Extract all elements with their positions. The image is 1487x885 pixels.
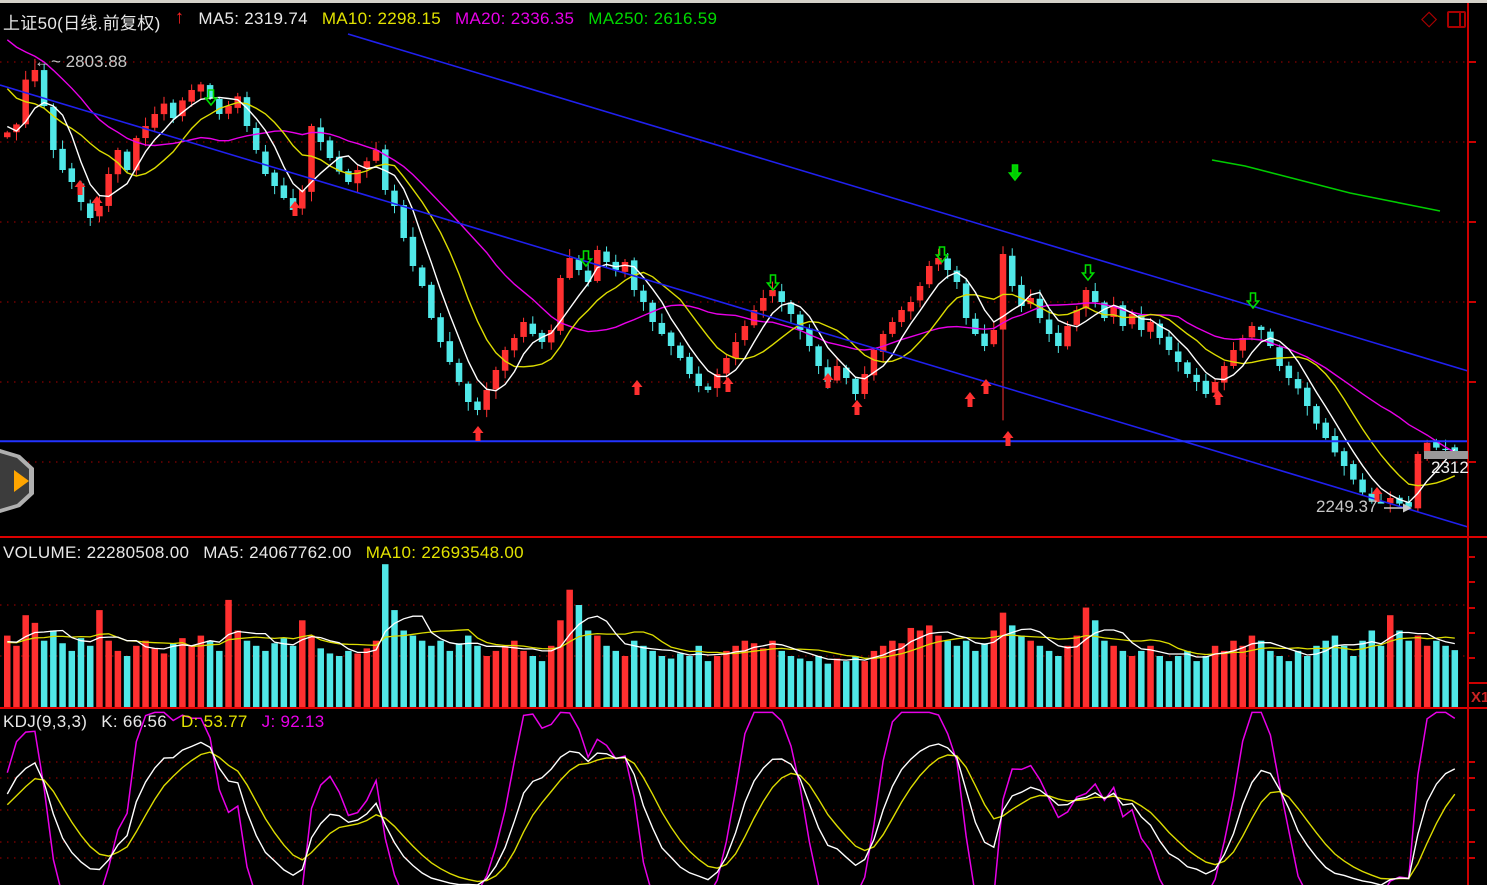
high-price-arrow: ←~: [34, 52, 61, 71]
volume-scale-label: X1: [1471, 689, 1487, 706]
high-price-label: ←~ 2803.88: [34, 52, 127, 72]
last-price-label: 2312: [1431, 458, 1469, 478]
volume-pane-header: VOLUME: 22280508.00 MA5: 24067762.00 MA1…: [3, 543, 524, 563]
volume-ma5-value: MA5: 24067762.00: [203, 543, 351, 563]
price-pane-header: 上证50(日线.前复权) ↑ MA5: 2319.74 MA10: 2298.1…: [3, 9, 717, 34]
window-top-edge: [0, 0, 1487, 3]
ma10-value: MA10: 2298.15: [322, 9, 441, 34]
ma250-value: MA250: 2616.59: [588, 9, 717, 34]
split-window-icon-divider: [1459, 13, 1461, 26]
low-price-label: 2249.37: [1316, 497, 1377, 517]
trading-chart-screen: 上证50(日线.前复权) ↑ MA5: 2319.74 MA10: 2298.1…: [0, 0, 1487, 885]
up-arrow-icon: ↑: [175, 9, 185, 34]
chart-canvas[interactable]: [0, 0, 1487, 885]
kdj-d-value: D: 53.77: [181, 712, 248, 732]
ma20-value: MA20: 2336.35: [455, 9, 574, 34]
split-window-icon[interactable]: [1447, 11, 1466, 28]
kdj-k-value: K: 66.56: [101, 712, 167, 732]
volume-ma10-value: MA10: 22693548.00: [366, 543, 524, 563]
kdj-pane-header: KDJ(9,3,3) K: 66.56 D: 53.77 J: 92.13: [3, 712, 325, 732]
volume-value: VOLUME: 22280508.00: [3, 543, 189, 563]
high-price-value: 2803.88: [66, 52, 127, 71]
ma5-value: MA5: 2319.74: [198, 9, 307, 34]
kdj-j-value: J: 92.13: [262, 712, 325, 732]
instrument-title: 上证50(日线.前复权): [3, 9, 161, 34]
kdj-params: KDJ(9,3,3): [3, 712, 87, 732]
diamond-icon[interactable]: ◇: [1421, 6, 1437, 31]
